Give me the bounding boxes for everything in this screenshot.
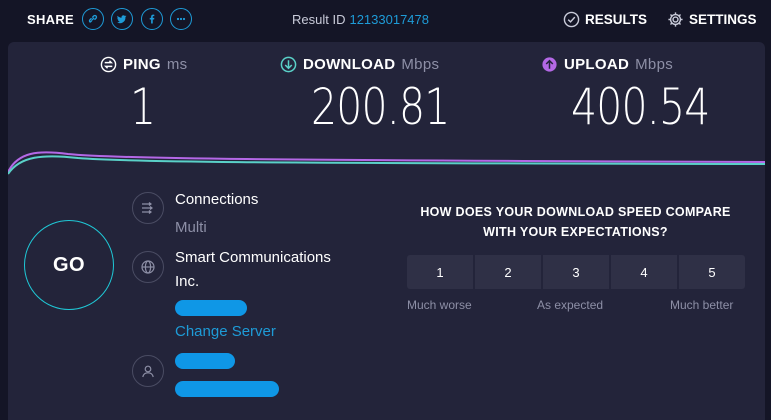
rating-option-4[interactable]: 4 (611, 255, 677, 289)
gear-icon (668, 12, 683, 27)
settings-label: SETTINGS (689, 12, 757, 27)
rating-mid-label: As expected (537, 298, 604, 312)
rating-low-label: Much worse (407, 298, 472, 312)
results-label: RESULTS (585, 12, 648, 27)
user-icon (132, 355, 164, 387)
rating-question: HOW DOES YOUR DOWNLOAD SPEED COMPARE WIT… (398, 202, 753, 242)
more-icon[interactable] (170, 8, 192, 30)
upload-value: 400.54 (571, 78, 710, 136)
download-unit: Mbps (401, 56, 440, 73)
connections-title: Connections (175, 191, 259, 208)
redacted-server-location (175, 300, 247, 316)
change-server-link[interactable]: Change Server (175, 323, 276, 340)
upload-label: UPLOAD (564, 56, 630, 73)
upload-unit: Mbps (635, 56, 674, 73)
share-label: SHARE (27, 12, 75, 27)
rating-option-5[interactable]: 5 (679, 255, 745, 289)
ping-unit: ms (166, 56, 188, 73)
rating-high-label: Much better (670, 298, 734, 312)
upload-icon (541, 56, 558, 73)
rating-option-3[interactable]: 3 (543, 255, 609, 289)
redacted-user-ip (175, 381, 279, 397)
download-header: DOWNLOAD Mbps (280, 56, 439, 73)
rating-option-1[interactable]: 1 (407, 255, 473, 289)
top-bar: SHARE Result ID 12133017478 RESULTS SETTI… (0, 0, 771, 40)
provider-name-line2: Inc. (175, 273, 200, 290)
download-label: DOWNLOAD (303, 56, 396, 73)
check-circle-icon (563, 11, 580, 28)
results-link[interactable]: RESULTS (563, 11, 647, 28)
twitter-icon[interactable] (111, 8, 133, 30)
speed-graph (8, 151, 765, 175)
rating-question-line1: HOW DOES YOUR DOWNLOAD SPEED COMPARE (420, 205, 731, 219)
results-panel: PING ms 1 DOWNLOAD Mbps 200.81 UPLOAD Mb… (8, 42, 765, 420)
upload-header: UPLOAD Mbps (541, 56, 673, 73)
download-value: 200.81 (311, 78, 450, 136)
link-icon[interactable] (82, 8, 104, 30)
facebook-icon[interactable] (141, 8, 163, 30)
redacted-user-name (175, 353, 235, 369)
settings-link[interactable]: SETTINGS (667, 11, 757, 28)
go-button[interactable]: GO (24, 220, 114, 310)
connections-mode: Multi (175, 219, 207, 236)
ping-value: 1 (130, 78, 156, 136)
ping-label: PING (123, 56, 161, 73)
rating-scale: 1 2 3 4 5 (407, 255, 745, 289)
result-id-label: Result ID (292, 12, 346, 27)
provider-name: Smart Communications (175, 249, 331, 266)
ping-icon (100, 56, 117, 73)
result-id-value[interactable]: 12133017478 (349, 12, 429, 27)
ping-header: PING ms (100, 56, 187, 73)
rating-option-2[interactable]: 2 (475, 255, 541, 289)
result-id: Result ID 12133017478 (292, 12, 429, 27)
download-icon (280, 56, 297, 73)
globe-icon (132, 251, 164, 283)
download-line (8, 155, 765, 175)
connections-icon (132, 192, 164, 224)
rating-question-line2: WITH YOUR EXPECTATIONS? (483, 225, 668, 239)
